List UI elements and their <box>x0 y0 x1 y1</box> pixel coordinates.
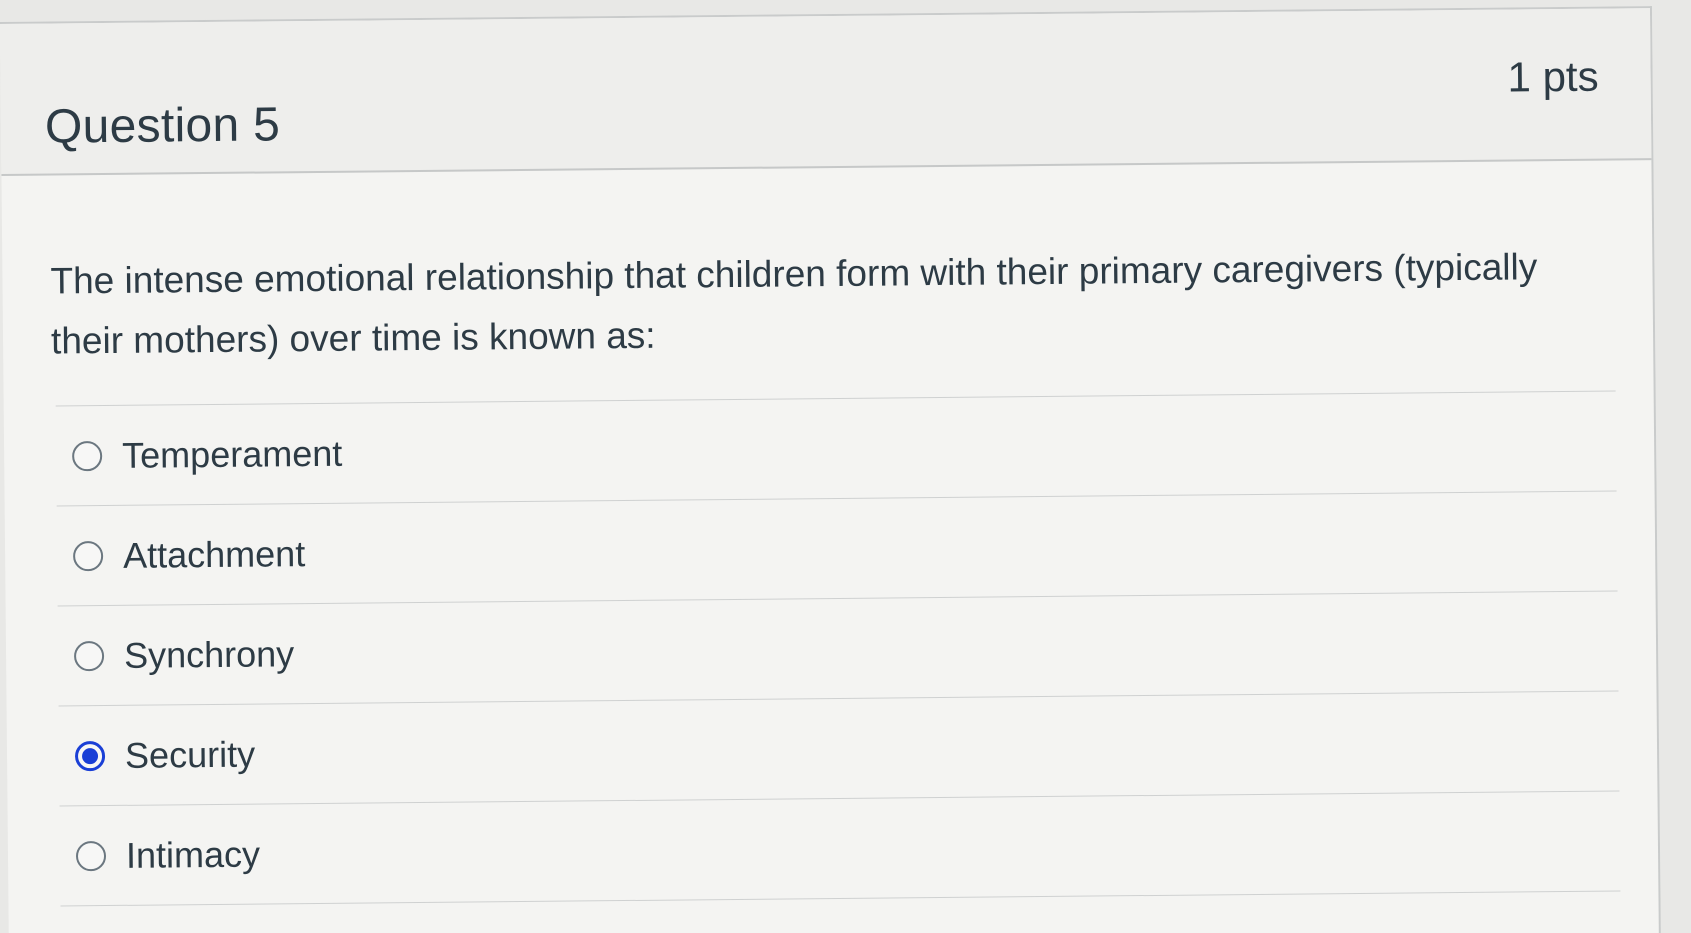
answer-option-intimacy[interactable]: Intimacy <box>59 791 1621 907</box>
question-header: Question 5 1 pts <box>0 8 1652 176</box>
radio-button-selected-icon[interactable] <box>74 740 106 771</box>
question-card: Question 5 1 pts The intense emotional r… <box>0 6 1661 933</box>
answer-list: Temperament Attachment Synchrony Securit… <box>55 390 1621 907</box>
question-title: Question 5 <box>44 98 281 154</box>
question-text: The intense emotional relationship that … <box>50 246 1538 362</box>
answer-label[interactable]: Attachment <box>123 533 305 577</box>
answer-label[interactable]: Security <box>125 733 255 776</box>
answer-option-synchrony[interactable]: Synchrony <box>57 591 1619 707</box>
answer-option-security[interactable]: Security <box>58 691 1620 807</box>
answer-label[interactable]: Temperament <box>122 432 343 476</box>
answer-option-attachment[interactable]: Attachment <box>56 491 1618 607</box>
answer-option-temperament[interactable]: Temperament <box>55 391 1617 507</box>
question-points: 1 pts <box>1507 52 1599 101</box>
radio-button-icon[interactable] <box>75 840 107 871</box>
radio-button-icon[interactable] <box>73 640 105 671</box>
answer-label[interactable]: Synchrony <box>124 633 294 677</box>
answer-label[interactable]: Intimacy <box>126 833 260 876</box>
radio-button-icon[interactable] <box>72 440 103 471</box>
radio-button-icon[interactable] <box>72 540 104 571</box>
